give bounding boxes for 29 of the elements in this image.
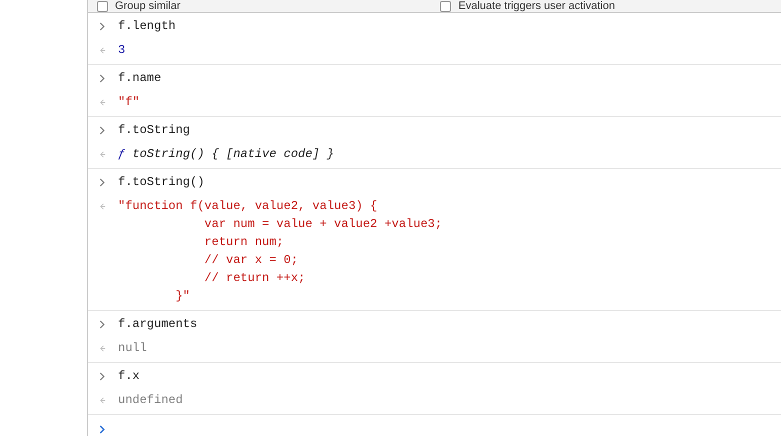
chevron-right-icon — [99, 74, 106, 83]
chevron-right-icon — [99, 320, 106, 329]
chevron-right-icon — [99, 178, 106, 187]
console-result: 3 — [118, 42, 126, 59]
checkbox[interactable] — [440, 0, 452, 12]
command-text: f.x — [118, 368, 140, 385]
command-text: f.toString — [118, 122, 190, 139]
chevron-right-icon — [99, 372, 106, 381]
option-label: Group similar — [115, 0, 180, 12]
option-label: Evaluate triggers user activation — [458, 0, 615, 12]
command-text: f.toString() — [118, 174, 204, 191]
checkbox[interactable] — [97, 0, 108, 12]
command-text: f.length — [118, 18, 176, 35]
chevron-right-icon — [99, 22, 106, 31]
command-text: f.arguments — [118, 316, 198, 333]
console-result: undefined — [118, 392, 183, 409]
return-arrow-icon — [99, 344, 106, 353]
console-result: "function f(value, value2, value3) { var num = value + value2 +value3; return num; // var x = 0; // return ++x; }" — [118, 198, 442, 305]
console-result: "f" — [118, 94, 140, 111]
console-result: null — [118, 340, 147, 357]
console-result: ƒ toString() { [native code] } — [118, 146, 334, 163]
return-arrow-icon — [99, 396, 106, 405]
prompt-chevron-icon[interactable] — [99, 425, 106, 434]
chevron-right-icon — [99, 126, 106, 135]
return-arrow-icon — [99, 150, 106, 159]
return-arrow-icon — [99, 202, 106, 211]
return-arrow-icon — [99, 46, 106, 55]
return-arrow-icon — [99, 98, 106, 107]
command-text: f.name — [118, 70, 162, 87]
